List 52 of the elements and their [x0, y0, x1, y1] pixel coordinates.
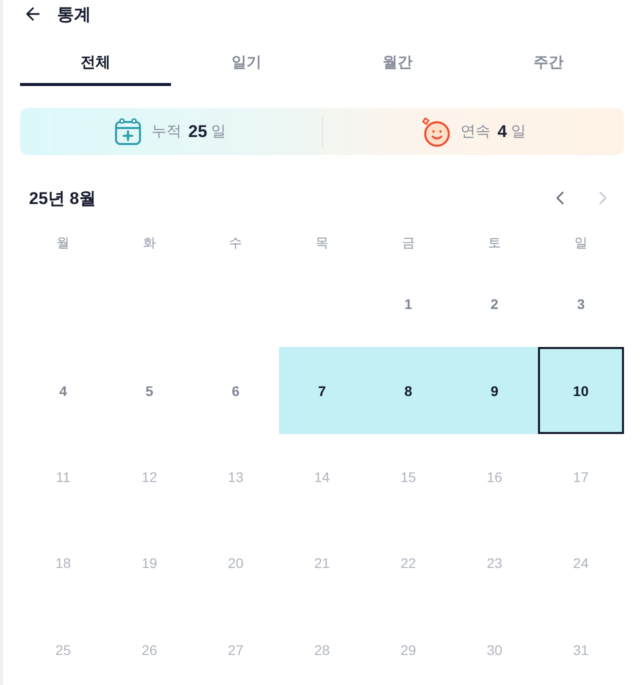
day-number[interactable]: 6: [232, 382, 240, 399]
day-number[interactable]: 5: [146, 382, 154, 399]
day-number: 27: [228, 642, 244, 658]
day-number: 24: [573, 555, 589, 572]
day-number: 23: [486, 555, 502, 572]
weekday-label: 금: [402, 234, 415, 252]
calendar-plus-icon: [115, 118, 142, 145]
weekday-label: 토: [488, 234, 502, 252]
day-number: 12: [142, 468, 158, 485]
stat-unit: 일: [510, 122, 526, 141]
smiley-face-icon: [420, 116, 451, 146]
tab[interactable]: 전체: [20, 40, 171, 86]
today-day-cell[interactable]: 10: [538, 347, 624, 434]
day-number: 25: [55, 642, 71, 658]
weekday-label: 월: [56, 234, 70, 252]
tab[interactable]: 일기: [171, 40, 322, 86]
day-number: 29: [400, 642, 416, 658]
tab[interactable]: 주간: [473, 40, 624, 86]
day-number: 15: [400, 468, 416, 485]
month-title: 25년 8월: [28, 188, 96, 210]
stat-value: 25: [188, 122, 208, 142]
day-number: 20: [228, 555, 244, 572]
recorded-day-cell[interactable]: 9: [451, 347, 538, 434]
day-number: 16: [486, 468, 502, 485]
day-number: 11: [56, 468, 70, 485]
day-number: 19: [142, 555, 158, 572]
day-number: 30: [486, 642, 502, 658]
recorded-day-cell[interactable]: 8: [365, 347, 452, 434]
day-number: 14: [314, 468, 330, 485]
day-number: 13: [228, 468, 244, 485]
day-number: 26: [142, 642, 158, 658]
weekday-label: 일: [574, 234, 588, 252]
day-number[interactable]: 1: [404, 296, 412, 312]
day-number[interactable]: 4: [59, 382, 68, 399]
day-number: 18: [55, 555, 71, 572]
day-number: 31: [573, 642, 589, 658]
day-number: 22: [400, 555, 416, 572]
day-number[interactable]: 3: [576, 296, 585, 312]
stat-unit: 일: [211, 122, 226, 141]
weekday-label: 수: [229, 234, 242, 252]
day-number: 21: [314, 555, 330, 572]
stat-label: 누적: [151, 122, 182, 141]
page-title: 통계: [57, 4, 91, 26]
day-number[interactable]: 2: [490, 296, 498, 312]
tab[interactable]: 월간: [322, 40, 473, 86]
day-number: 28: [314, 642, 330, 658]
recorded-day-cell[interactable]: 7: [278, 347, 366, 434]
stat-label: 연속: [460, 122, 491, 141]
weekday-label: 목: [315, 234, 328, 252]
weekday-label: 화: [142, 234, 156, 252]
stat-value: 4: [498, 122, 507, 142]
day-number: 17: [573, 468, 589, 485]
